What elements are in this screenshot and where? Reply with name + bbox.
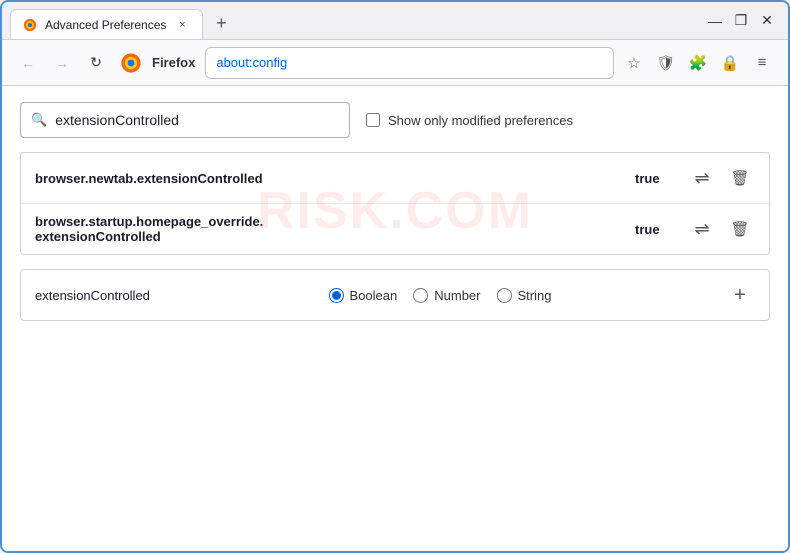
search-row: 🔍 Show only modified preferences [20, 102, 770, 138]
pref-name-2-line1: browser.startup.homepage_override. [35, 214, 263, 229]
add-plus-button[interactable]: + [725, 280, 755, 310]
radio-number[interactable] [413, 288, 428, 303]
close-button[interactable]: ✕ [758, 12, 776, 30]
radio-string-label[interactable]: String [497, 288, 552, 303]
pref-actions-2: ⇌ 🗑 [687, 214, 755, 244]
radio-group: Boolean Number String [167, 288, 713, 303]
search-icon: 🔍 [31, 112, 47, 128]
pref-value-2: true [635, 222, 675, 237]
new-tab-button[interactable]: + [207, 10, 235, 38]
firefox-logo [120, 52, 142, 74]
browser-window: Advanced Preferences × + — ❐ ✕ ← → ↻ Fir… [0, 0, 790, 553]
radio-string[interactable] [497, 288, 512, 303]
shield-icon[interactable]: 🛡 [652, 49, 680, 77]
trash-icon-1: 🗑 [730, 169, 749, 187]
add-preference-row: extensionControlled Boolean Number Strin… [20, 269, 770, 321]
trash-icon-2: 🗑 [730, 220, 749, 238]
lock-icon[interactable]: 🔒 [716, 49, 744, 77]
pref-name-1: browser.newtab.extensionControlled [35, 171, 635, 186]
show-modified-label[interactable]: Show only modified preferences [366, 113, 573, 128]
swap-btn-2[interactable]: ⇌ [687, 214, 717, 244]
back-button[interactable]: ← [14, 49, 42, 77]
radio-boolean-label[interactable]: Boolean [329, 288, 398, 303]
pref-name-2: browser.startup.homepage_override. exten… [35, 214, 635, 244]
reload-button[interactable]: ↻ [82, 49, 110, 77]
radio-boolean[interactable] [329, 288, 344, 303]
delete-btn-2[interactable]: 🗑 [725, 214, 755, 244]
pref-value-1: true [635, 171, 675, 186]
extension-icon[interactable]: 🧩 [684, 49, 712, 77]
radio-number-text: Number [434, 288, 480, 303]
swap-btn-1[interactable]: ⇌ [687, 163, 717, 193]
radio-number-label[interactable]: Number [413, 288, 480, 303]
add-pref-name: extensionControlled [35, 288, 155, 303]
window-controls: — ❐ ✕ [694, 2, 788, 39]
delete-btn-1[interactable]: 🗑 [725, 163, 755, 193]
active-tab[interactable]: Advanced Preferences × [10, 9, 203, 39]
preferences-table: browser.newtab.extensionControlled true … [20, 152, 770, 255]
show-modified-checkbox[interactable] [366, 113, 380, 127]
radio-string-text: String [518, 288, 552, 303]
show-modified-text: Show only modified preferences [388, 113, 573, 128]
title-bar: Advanced Preferences × + — ❐ ✕ [2, 2, 788, 40]
pref-name-2-line2: extensionControlled [35, 229, 161, 244]
search-box[interactable]: 🔍 [20, 102, 350, 138]
menu-icon[interactable]: ≡ [748, 49, 776, 77]
minimize-button[interactable]: — [706, 12, 724, 30]
swap-icon-1: ⇌ [694, 168, 709, 189]
address-bar[interactable]: about:config [205, 47, 614, 79]
nav-bar: ← → ↻ Firefox about:config ☆ 🛡 🧩 🔒 ≡ [2, 40, 788, 86]
maximize-button[interactable]: ❐ [732, 12, 750, 30]
tab-close-btn[interactable]: × [174, 17, 190, 33]
radio-boolean-text: Boolean [350, 288, 398, 303]
pref-row-2: browser.startup.homepage_override. exten… [21, 204, 769, 254]
nav-icons-right: ☆ 🛡 🧩 🔒 ≡ [620, 49, 776, 77]
address-url: about:config [216, 55, 287, 70]
browser-name-label: Firefox [152, 55, 195, 70]
content-area: 🔍 Show only modified preferences browser… [2, 86, 788, 551]
pref-row-1: browser.newtab.extensionControlled true … [21, 153, 769, 204]
swap-icon-2: ⇌ [694, 219, 709, 240]
content-wrapper: 🔍 Show only modified preferences browser… [20, 102, 770, 321]
tab-title: Advanced Preferences [45, 18, 166, 32]
tab-favicon [23, 18, 37, 32]
tab-strip: Advanced Preferences × + [2, 2, 694, 39]
pref-actions-1: ⇌ 🗑 [687, 163, 755, 193]
bookmark-icon[interactable]: ☆ [620, 49, 648, 77]
search-input[interactable] [55, 112, 339, 128]
forward-button[interactable]: → [48, 49, 76, 77]
